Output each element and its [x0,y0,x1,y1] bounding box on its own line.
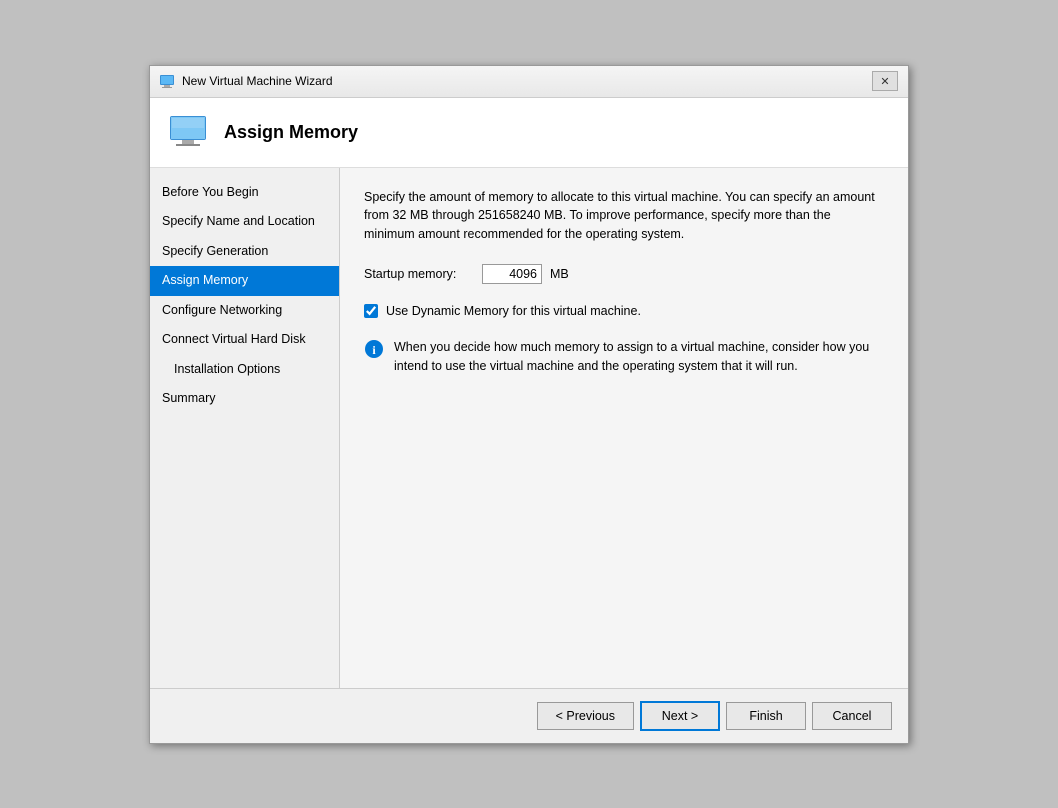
previous-button[interactable]: < Previous [537,702,634,730]
memory-unit: MB [550,267,569,281]
finish-button[interactable]: Finish [726,702,806,730]
dynamic-memory-checkbox[interactable] [364,304,378,318]
dynamic-memory-checkbox-row: Use Dynamic Memory for this virtual mach… [364,304,884,318]
footer: < Previous Next > Finish Cancel [150,688,908,743]
title-bar-controls: ✕ [872,71,898,91]
header-section: Assign Memory [150,98,908,168]
memory-label: Startup memory: [364,267,474,281]
wizard-window: New Virtual Machine Wizard ✕ Assign Memo… [149,65,909,744]
title-bar-left: New Virtual Machine Wizard [160,73,333,89]
memory-input[interactable] [482,264,542,284]
content-area: Specify the amount of memory to allocate… [340,168,908,688]
title-bar: New Virtual Machine Wizard ✕ [150,66,908,98]
sidebar-item-name-location[interactable]: Specify Name and Location [150,207,339,237]
sidebar-item-assign-memory[interactable]: Assign Memory [150,266,339,296]
sidebar-item-connect-vhd[interactable]: Connect Virtual Hard Disk [150,325,339,355]
info-box: i When you decide how much memory to ass… [364,338,884,376]
description-text: Specify the amount of memory to allocate… [364,188,884,244]
sidebar-item-summary[interactable]: Summary [150,384,339,414]
header-vm-icon [170,116,210,148]
cancel-button[interactable]: Cancel [812,702,892,730]
sidebar-item-configure-networking[interactable]: Configure Networking [150,296,339,326]
next-button[interactable]: Next > [640,701,720,731]
close-button[interactable]: ✕ [872,71,898,91]
header-title: Assign Memory [224,122,358,143]
sidebar-item-installation-options[interactable]: Installation Options [150,355,339,385]
sidebar-item-before-you-begin[interactable]: Before You Begin [150,178,339,208]
sidebar-item-specify-generation[interactable]: Specify Generation [150,237,339,267]
dynamic-memory-label[interactable]: Use Dynamic Memory for this virtual mach… [386,304,641,318]
sidebar: Before You Begin Specify Name and Locati… [150,168,340,688]
memory-row: Startup memory: MB [364,264,884,284]
titlebar-icon [160,73,176,89]
title-bar-text: New Virtual Machine Wizard [182,74,333,88]
body-section: Before You Begin Specify Name and Locati… [150,168,908,688]
info-text: When you decide how much memory to assig… [394,338,884,376]
info-icon: i [364,339,384,359]
